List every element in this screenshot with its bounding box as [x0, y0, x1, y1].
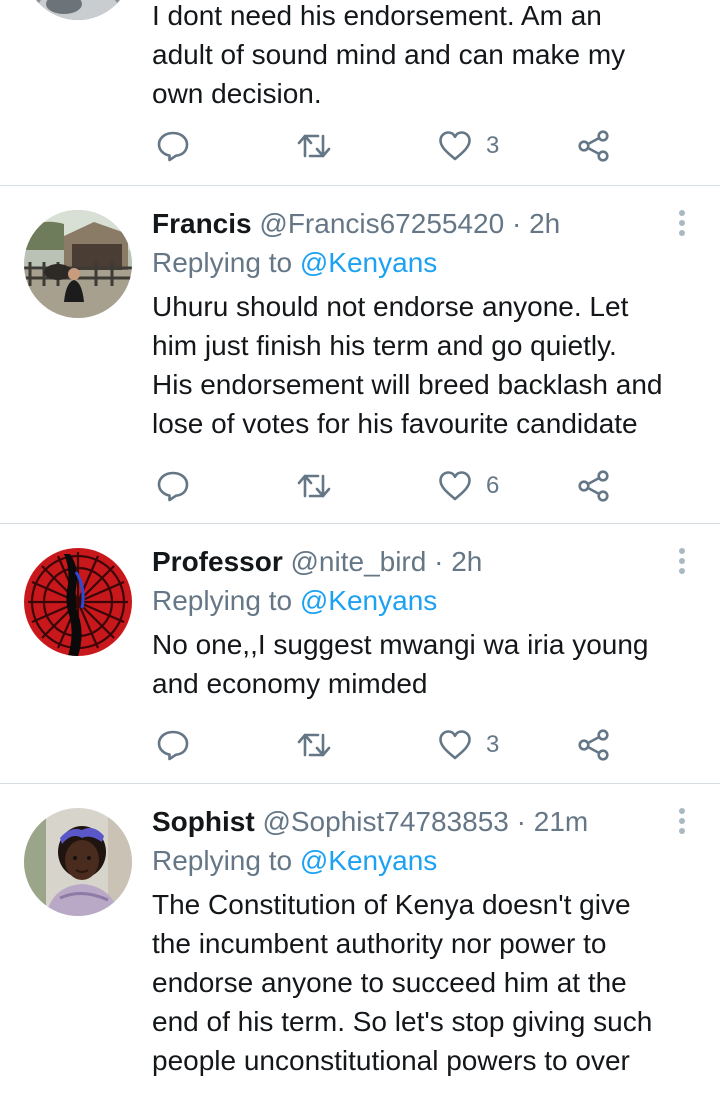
like-button[interactable]: 6 [438, 466, 499, 506]
reply-button[interactable] [156, 126, 190, 166]
retweet-icon [297, 733, 331, 757]
timeline-feed: I dont need his endorsement. Am an adult… [0, 0, 720, 1098]
reply-button[interactable] [156, 466, 190, 506]
heart-icon [439, 131, 471, 161]
tweet-content: Sophist @Sophist74783853 · 21m Replying … [152, 802, 706, 1080]
tweet-card[interactable]: I dont need his endorsement. Am an adult… [0, 0, 720, 186]
tweet-timestamp[interactable]: 21m [534, 806, 588, 837]
replying-to-line: Replying to @Kenyans [152, 581, 706, 621]
replying-to-line: Replying to @Kenyans [152, 243, 706, 283]
tweet-content: Francis @Francis67255420 · 2h Replying t… [152, 204, 706, 443]
tweet-text: I dont need his endorsement. Am an adult… [152, 0, 626, 109]
replying-to-label: Replying to [152, 247, 293, 278]
tweet-actions: 3 [152, 725, 632, 765]
replying-to-handle[interactable]: @Kenyans [300, 247, 437, 278]
replying-to-handle[interactable]: @Kenyans [300, 845, 437, 876]
user-avatar[interactable] [24, 808, 132, 916]
replying-to-line: Replying to @Kenyans [152, 841, 706, 881]
tweet-text: No one,,I suggest mwangi wa iria young a… [152, 629, 649, 699]
share-icon [578, 729, 609, 761]
tweet-card[interactable]: Francis @Francis67255420 · 2h Replying t… [0, 186, 720, 524]
tweet-card[interactable]: Sophist @Sophist74783853 · 21m Replying … [0, 784, 720, 1098]
like-button[interactable]: 3 [438, 725, 499, 765]
like-count: 3 [486, 132, 500, 159]
user-avatar[interactable] [24, 548, 132, 656]
author-handle[interactable]: @nite_bird [291, 546, 427, 577]
author-name[interactable]: Francis [152, 208, 252, 239]
tweet-header: Professor @nite_bird · 2h [152, 542, 706, 582]
replying-to-handle[interactable]: @Kenyans [300, 585, 437, 616]
tweet-content: I dont need his endorsement. Am an adult… [152, 0, 706, 113]
tweet-content: Professor @nite_bird · 2h Replying to @K… [152, 542, 706, 703]
retweet-button[interactable] [296, 725, 332, 765]
reply-button[interactable] [156, 725, 190, 765]
tweet-text: Uhuru should not endorse anyone. Let him… [152, 291, 663, 439]
tweet-actions: 6 [152, 466, 632, 506]
like-count: 6 [486, 472, 500, 499]
tweet-header: Francis @Francis67255420 · 2h [152, 204, 706, 244]
reply-icon [157, 471, 189, 502]
author-name[interactable]: Professor [152, 546, 283, 577]
like-count: 3 [486, 731, 500, 758]
tweet-text: The Constitution of Kenya doesn't give t… [152, 889, 653, 1076]
tweet-actions: 3 [152, 126, 632, 166]
author-handle[interactable]: @Francis67255420 [259, 208, 504, 239]
replying-to-label: Replying to [152, 585, 293, 616]
reply-icon [157, 131, 189, 162]
reply-icon [157, 730, 189, 761]
retweet-icon [297, 134, 331, 158]
user-avatar[interactable] [24, 210, 132, 318]
share-icon [578, 470, 609, 502]
author-name[interactable]: Sophist [152, 806, 255, 837]
tweet-header: Sophist @Sophist74783853 · 21m [152, 802, 706, 842]
header-separator: · [434, 546, 444, 577]
more-options-icon[interactable] [676, 210, 688, 240]
retweet-button[interactable] [296, 466, 332, 506]
heart-icon [439, 730, 471, 760]
share-button[interactable] [578, 126, 610, 166]
header-separator: · [511, 208, 522, 239]
share-button[interactable] [578, 466, 610, 506]
tweet-card[interactable]: Professor @nite_bird · 2h Replying to @K… [0, 524, 720, 784]
retweet-button[interactable] [296, 126, 332, 166]
like-button[interactable]: 3 [438, 126, 499, 166]
share-icon [578, 130, 609, 162]
header-separator: · [516, 806, 526, 837]
more-options-icon[interactable] [676, 548, 688, 578]
author-handle[interactable]: @Sophist74783853 [262, 806, 508, 837]
replying-to-label: Replying to [152, 845, 293, 876]
more-options-icon[interactable] [676, 808, 688, 838]
heart-icon [439, 471, 471, 501]
tweet-timestamp[interactable]: 2h [529, 208, 560, 239]
share-button[interactable] [578, 725, 610, 765]
user-avatar[interactable] [24, 0, 132, 20]
tweet-timestamp[interactable]: 2h [451, 546, 482, 577]
retweet-icon [297, 474, 331, 498]
